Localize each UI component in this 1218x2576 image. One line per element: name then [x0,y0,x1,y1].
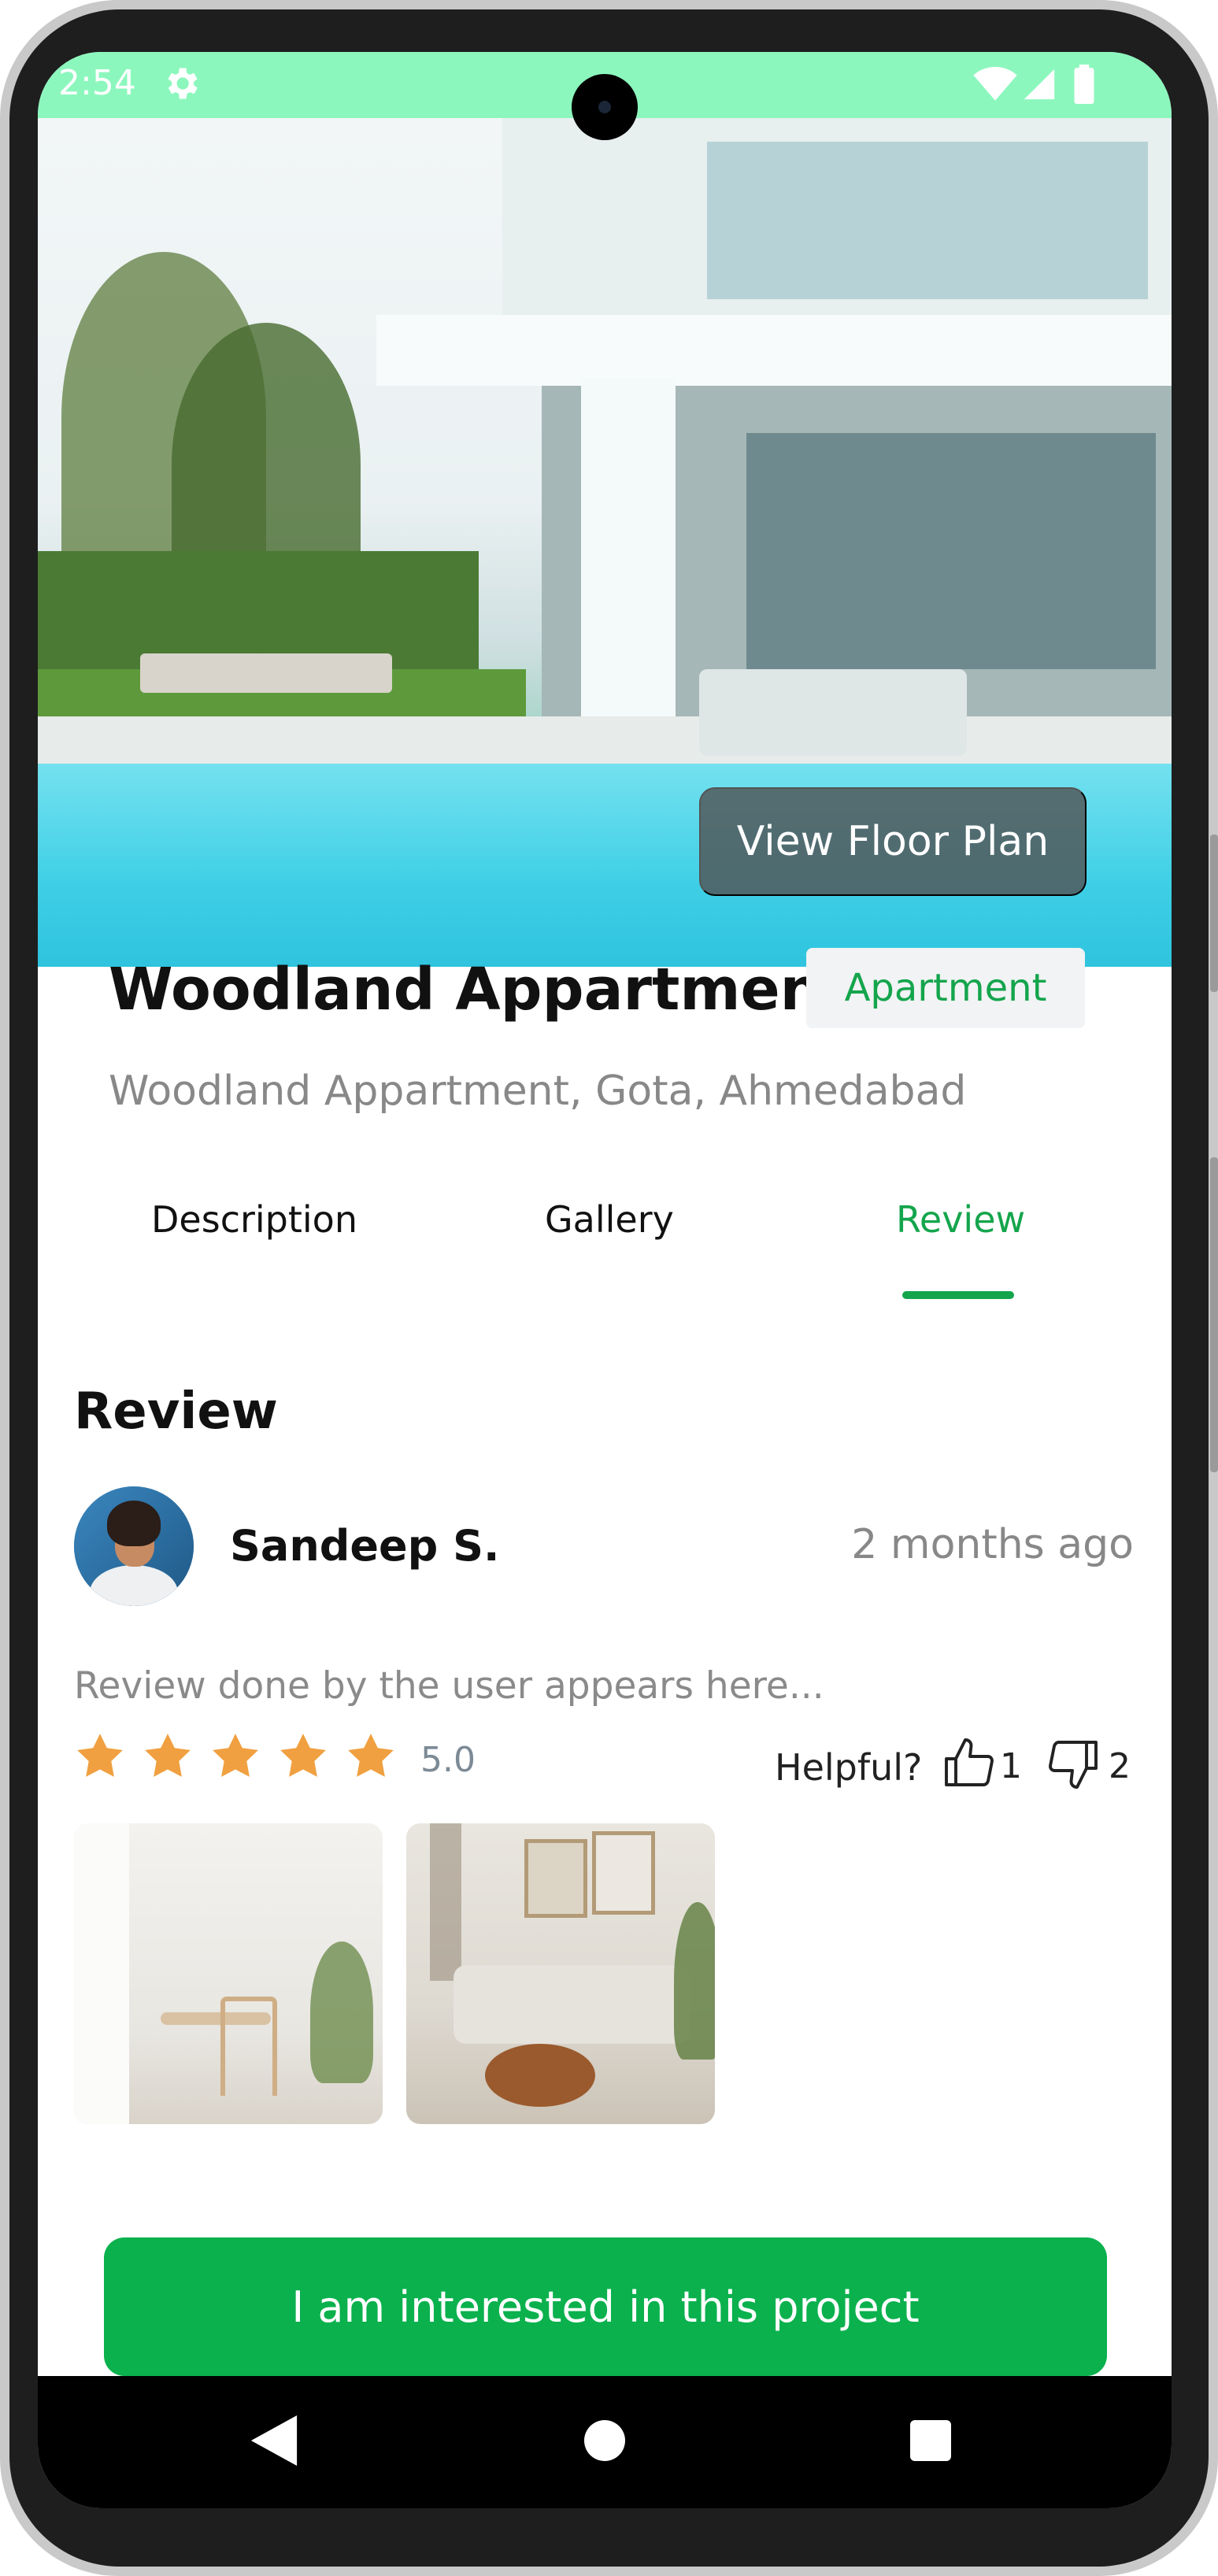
avatar [74,1486,194,1606]
thumbs-up-icon[interactable] [942,1734,998,1793]
review-text: Review done by the user appears here... [74,1664,824,1708]
review-photo-dining-room[interactable] [74,1823,383,2124]
view-floor-plan-button[interactable]: View Floor Plan [699,787,1087,896]
active-tab-indicator [902,1291,1014,1299]
dislike-count: 2 [1109,1746,1131,1786]
battery-icon [1074,65,1094,104]
review-photo-living-room[interactable] [406,1823,715,2124]
home-circle-icon[interactable] [584,2420,625,2461]
rating-value: 5.0 [420,1740,476,1780]
tab-review[interactable]: Review [896,1198,1025,1241]
reviewer-name: Sandeep S. [230,1521,500,1571]
thumbs-down-icon[interactable] [1044,1734,1101,1793]
screen: 2:54 View Floor Plan Woodland Appartment… [38,52,1172,2508]
volume-button [1210,1157,1218,1472]
interested-button[interactable]: I am interested in this project [104,2237,1107,2376]
property-type-badge: Apartment [806,948,1085,1028]
back-triangle-icon[interactable] [250,2415,298,2466]
navigation-bar [38,2376,1172,2508]
wifi-icon [973,66,1017,101]
star-rating [74,1730,397,1782]
review-heading: Review [74,1382,278,1441]
recents-square-icon[interactable] [910,2420,951,2461]
star-icon [213,1734,258,1777]
property-title: Woodland Appartment [109,956,850,1023]
star-icon [77,1734,123,1777]
like-count: 1 [1000,1746,1022,1786]
star-icon [145,1734,191,1777]
property-photo[interactable]: View Floor Plan [38,118,1172,967]
tab-gallery[interactable]: Gallery [545,1198,674,1241]
helpful-label: Helpful? [775,1746,923,1789]
front-camera [572,74,638,140]
gear-icon [168,68,198,99]
review-timestamp: 2 months ago [851,1521,1134,1568]
phone-frame: 2:54 View Floor Plan Woodland Appartment… [0,0,1218,2576]
status-time: 2:54 [58,63,136,103]
signal-icon [1024,68,1055,100]
property-address: Woodland Appartment, Gota, Ahmedabad [109,1068,967,1115]
star-icon [280,1734,326,1777]
star-icon [348,1734,394,1777]
tab-description[interactable]: Description [151,1198,357,1241]
power-button [1210,835,1218,992]
